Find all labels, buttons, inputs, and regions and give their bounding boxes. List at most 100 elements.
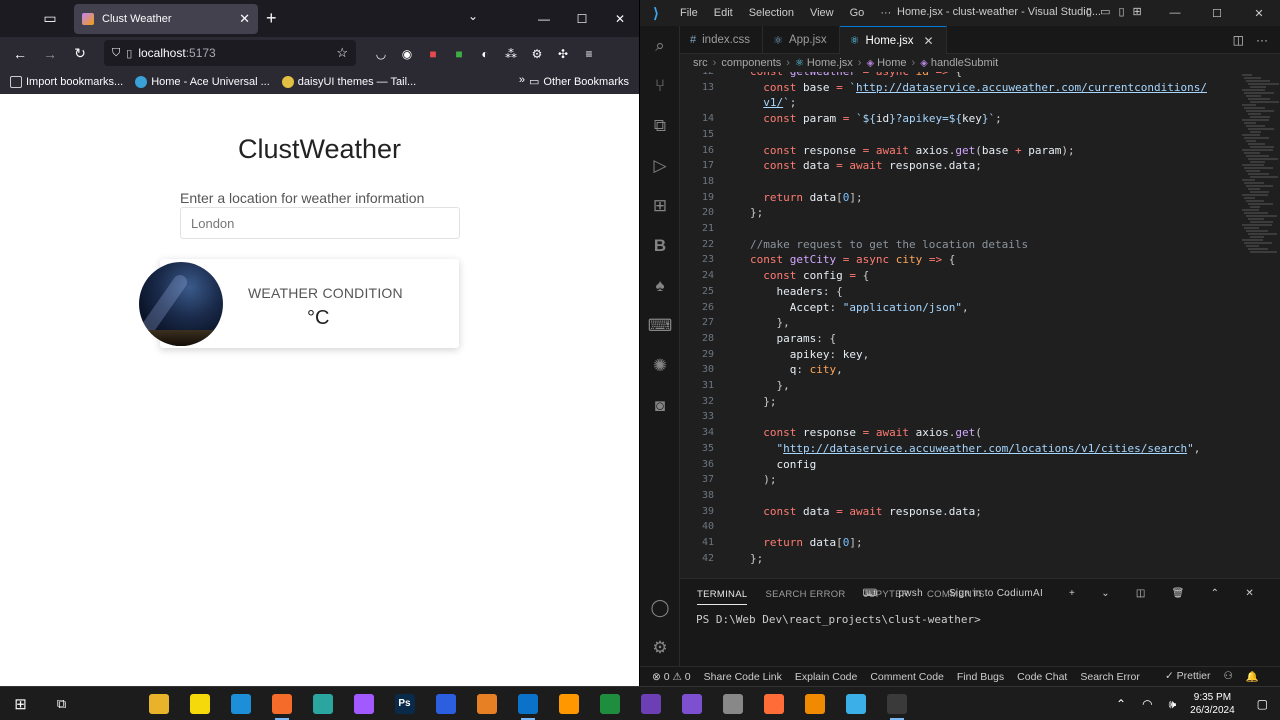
chevron-down-icon[interactable]: ⌄	[468, 9, 478, 23]
firefox-icon[interactable]	[261, 687, 302, 720]
maximize-icon[interactable]: ☐	[563, 0, 601, 37]
sticky-notes-icon[interactable]	[179, 687, 220, 720]
panel-tab-search-error[interactable]: SEARCH ERROR	[765, 589, 845, 600]
trash-icon[interactable]: 🗑	[1172, 588, 1185, 599]
toggle-secondary-sidebar-icon[interactable]: ▯	[1118, 5, 1124, 18]
code-line[interactable]: const data = await response.data;	[750, 158, 982, 174]
menu-selection[interactable]: Selection	[741, 7, 802, 19]
status-share-code-link[interactable]: Share Code Link	[704, 671, 782, 683]
bookmark-import[interactable]: Import bookmarks...	[10, 76, 123, 88]
extension-share-icon[interactable]: ⁂	[498, 41, 524, 67]
code-line[interactable]: const base = `http://dataservice.accuwea…	[750, 80, 1207, 96]
code-editor[interactable]: 1213141516171819202122232425262728293031…	[680, 72, 1240, 578]
explorer-icon[interactable]: ⧉	[640, 106, 680, 146]
pocket-icon[interactable]: ◡	[368, 41, 394, 67]
edge-icon[interactable]	[220, 687, 261, 720]
tab-index-css[interactable]: # index.css	[680, 26, 764, 54]
code-line[interactable]: },	[750, 315, 789, 331]
vscode-minimize-icon[interactable]: —	[1154, 0, 1196, 26]
tab-app-jsx[interactable]: ⚛ App.jsx	[763, 26, 840, 54]
status-search-error[interactable]: Search Error	[1080, 671, 1140, 683]
run-debug-icon[interactable]: ▷	[640, 146, 680, 186]
menu-go[interactable]: Go	[842, 7, 873, 19]
extensions-icon[interactable]: ⊞	[640, 186, 680, 226]
clock[interactable]: 9:35 PM 26/3/2024	[1190, 691, 1235, 717]
menu-file[interactable]: File	[672, 7, 706, 19]
menu-hamburger-icon[interactable]: ≡	[576, 41, 602, 67]
code-line[interactable]: };	[750, 205, 763, 221]
split-editor-icon[interactable]: ◫	[1233, 33, 1244, 47]
browser-tab-clust-weather[interactable]: Clust Weather ✕	[74, 4, 258, 34]
status-find-bugs[interactable]: Find Bugs	[957, 671, 1004, 683]
code-line[interactable]: );	[750, 472, 776, 488]
code-line[interactable]: },	[750, 378, 789, 394]
code-line[interactable]: const response = await axios.get(base + …	[750, 143, 1074, 159]
code-line[interactable]: };	[750, 551, 763, 567]
code-line[interactable]: //make request to get the location detai…	[750, 237, 1028, 253]
status-code-chat[interactable]: Code Chat	[1017, 671, 1067, 683]
close-window-icon[interactable]: ✕	[601, 0, 639, 37]
tray-overflow-icon[interactable]: ⌃	[1116, 697, 1126, 711]
code-line[interactable]: const data = await response.data;	[750, 504, 982, 520]
reload-icon[interactable]: ↻	[65, 40, 95, 68]
close-icon[interactable]: ✕	[923, 34, 933, 48]
vs-icon[interactable]	[671, 687, 712, 720]
new-tab-icon[interactable]: +	[266, 8, 277, 29]
breadcrumb-function[interactable]: handleSubmit	[931, 57, 998, 69]
code-line[interactable]: params: {	[750, 331, 837, 347]
status-comment-code[interactable]: Comment Code	[870, 671, 944, 683]
panel-tab-terminal[interactable]: TERMINAL	[697, 584, 748, 605]
account-icon[interactable]: ◯	[640, 588, 680, 628]
code-line[interactable]: return data[0];	[750, 535, 862, 551]
cursor-app-icon[interactable]	[302, 687, 343, 720]
code-line[interactable]: "http://dataservice.accuweather.com/loca…	[750, 441, 1201, 457]
menu-more[interactable]: ···	[872, 7, 899, 19]
vs-purple-icon[interactable]	[630, 687, 671, 720]
vscode-icon[interactable]	[507, 687, 548, 720]
notifications-bell-icon[interactable]: 🔔	[1246, 670, 1259, 683]
dark-reader-icon[interactable]: ◐	[472, 41, 498, 67]
app-grid-icon[interactable]	[466, 687, 507, 720]
terminal-shell-name[interactable]: pwsh	[898, 588, 923, 599]
code-line[interactable]: v1/`;	[750, 95, 796, 111]
bookmark-ace-universal[interactable]: Home - Ace Universal ...	[135, 76, 270, 88]
url-bar[interactable]: ⛉ ▯ localhost:5173 ☆	[104, 40, 356, 66]
settings-gear-icon[interactable]: ⚙	[640, 628, 680, 668]
breadcrumb-components[interactable]: components	[721, 57, 781, 69]
toggle-panel-icon[interactable]: ▭	[1100, 5, 1110, 18]
obs-icon[interactable]	[876, 687, 917, 720]
extension-red-icon[interactable]: ■	[420, 41, 446, 67]
tab-home-jsx[interactable]: ⚛ Home.jsx ✕	[839, 26, 947, 54]
menu-view[interactable]: View	[802, 7, 842, 19]
tab-list-icon[interactable]: ▭	[30, 0, 70, 37]
codium-sign-in[interactable]: Sign in to CodiumAI	[949, 588, 1043, 599]
search-icon[interactable]: ⌕	[640, 26, 680, 66]
vlc-icon[interactable]	[794, 687, 835, 720]
sublime-icon[interactable]	[548, 687, 589, 720]
toggle-sidebar-icon[interactable]: ▯	[1086, 5, 1092, 18]
file-explorer-icon[interactable]	[138, 687, 179, 720]
status-prettier[interactable]: ✓ Prettier	[1165, 670, 1211, 683]
close-panel-icon[interactable]: ✕	[1245, 588, 1254, 599]
terminal-dropdown-icon[interactable]: ⌄	[1101, 588, 1110, 599]
code-line[interactable]: return data[0];	[750, 190, 862, 206]
vscode-close-icon[interactable]: ✕	[1238, 0, 1280, 26]
new-terminal-icon[interactable]: +	[1069, 588, 1075, 599]
account-icon[interactable]: ◉	[394, 41, 420, 67]
location-input[interactable]	[180, 207, 460, 239]
extension-gear-icon[interactable]: ⚙	[524, 41, 550, 67]
photoshop-icon[interactable]: Ps	[384, 687, 425, 720]
bookmark-daisyui[interactable]: daisyUI themes — Tail...	[281, 76, 416, 88]
notion-icon[interactable]	[425, 687, 466, 720]
code-line[interactable]: const param = `${id}?apikey=${key}`;	[750, 111, 1001, 127]
breadcrumb-file[interactable]: Home.jsx	[807, 57, 853, 69]
task-view-icon[interactable]: ⧉	[41, 687, 82, 720]
back-icon[interactable]: ←	[5, 40, 35, 68]
code-line[interactable]: Accept: "application/json",	[750, 300, 969, 316]
status-problems[interactable]: ⊗ 0 ⚠ 0	[652, 671, 691, 683]
code-line[interactable]: config	[750, 457, 817, 473]
bookmarks-overflow-icon[interactable]: »	[519, 74, 525, 86]
minimize-icon[interactable]: —	[525, 0, 563, 37]
menu-edit[interactable]: Edit	[706, 7, 741, 19]
extension-green-icon[interactable]: ■	[446, 41, 472, 67]
